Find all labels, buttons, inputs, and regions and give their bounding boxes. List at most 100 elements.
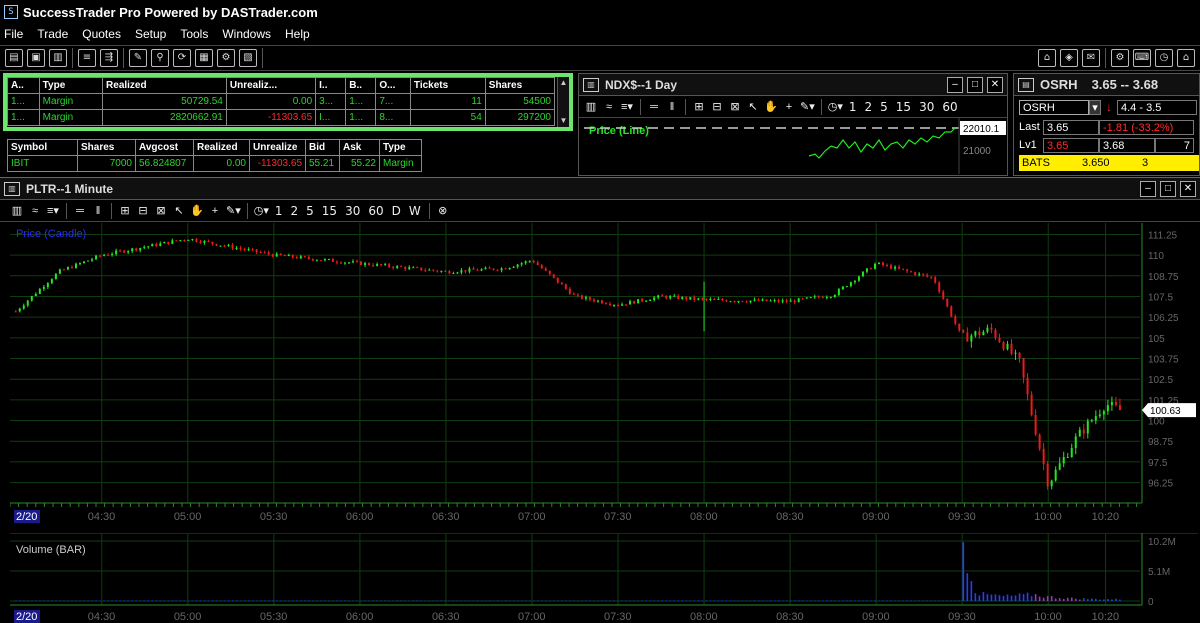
timer-icon[interactable]: ◷▾ [828,99,843,115]
col-i[interactable]: I.. [315,77,347,94]
pencil-icon[interactable]: ✎▾ [226,203,241,219]
col-account[interactable]: A.. [7,77,40,94]
zoom-in-icon[interactable]: ⊞ [692,99,706,115]
clock-icon[interactable]: ◷ [1155,49,1173,67]
timeframe-1[interactable]: 1 [275,204,283,218]
scroll-track[interactable] [558,89,569,115]
col-ask[interactable]: Ask [339,139,380,156]
indicator-icon[interactable]: ≈ [28,203,42,219]
chart-window-icon[interactable]: ▥ [49,49,67,67]
basket-icon[interactable]: ⌂ [1038,49,1056,67]
timeframe-2[interactable]: 2 [865,100,873,114]
col-tickets[interactable]: Tickets [409,77,486,94]
col-bid[interactable]: Bid [305,139,340,156]
crosshair-icon[interactable]: + [782,99,796,115]
menu-tools[interactable]: Tools [180,27,208,41]
col-realized[interactable]: Realized [193,139,250,156]
account-scrollbar[interactable]: ▲ ▼ [557,77,569,127]
montage-icon[interactable]: ▤ [5,49,23,67]
minimize-icon[interactable]: – [947,76,963,93]
col-b[interactable]: B.. [345,77,377,94]
timeframe-5[interactable]: 5 [880,100,888,114]
menu-windows[interactable]: Windows [222,27,271,41]
calculator-icon[interactable]: ▦ [195,49,213,67]
maximize-icon[interactable]: □ [1160,180,1176,197]
zoom-out-icon[interactable]: ⊟ [710,99,724,115]
timeframe-2[interactable]: 2 [291,204,299,218]
col-shares[interactable]: Shares [484,77,556,94]
timeframe-30[interactable]: 30 [345,204,360,218]
scroll-down-icon[interactable]: ▼ [558,115,569,127]
menu-file[interactable]: File [4,27,23,41]
col-unrealized[interactable]: Unrealiz... [225,77,317,94]
timeframe-60[interactable]: 60 [942,100,957,114]
timeframe-15[interactable]: 15 [896,100,911,114]
gear-icon[interactable]: ⚙ [1111,49,1129,67]
crosshair-icon[interactable]: + [208,203,222,219]
col-symbol[interactable]: Symbol [7,139,78,156]
ndx-chart-area[interactable]: Price (Line) 22010.1 21000 [579,118,1007,174]
price-pane[interactable]: 111.25 110 108.75 107.5 106.25 105 103.75 102.5… [10,223,1198,523]
close-icon[interactable]: ✕ [1180,180,1196,197]
minimize-icon[interactable]: – [1140,180,1156,197]
col-o[interactable]: O... [375,77,411,94]
pltr-window-titlebar[interactable]: ▥ PLTR--1 Minute – □ ✕ [0,178,1200,200]
hline-icon[interactable]: ═ [647,99,661,115]
study-dropdown-icon[interactable]: ≡▾ [46,203,60,219]
home-icon[interactable]: ⌂ [1177,49,1195,67]
layout-icon[interactable]: ▧ [239,49,257,67]
ndx-window-titlebar[interactable]: ▥ NDX$--1 Day – □ ✕ [579,74,1007,96]
menu-help[interactable]: Help [285,27,310,41]
symbol-dropdown-icon[interactable]: ▾ [1089,99,1101,115]
timeframe-week[interactable]: W [409,204,421,218]
refresh-icon[interactable]: ⟳ [173,49,191,67]
cancel-icon[interactable]: ⊗ [436,203,450,219]
col-type[interactable]: Type [379,139,422,156]
pencil-icon[interactable]: ✎▾ [800,99,815,115]
chart-type-icon[interactable]: ▥ [10,203,24,219]
osrh-window-titlebar[interactable]: ▤ OSRH 3.65 -- 3.68 [1014,74,1199,96]
indicator-icon[interactable]: ≈ [602,99,616,115]
col-type[interactable]: Type [38,77,104,94]
timeframe-5[interactable]: 5 [306,204,314,218]
pointer-icon[interactable]: ↖ [172,203,186,219]
col-shares[interactable]: Shares [77,139,136,156]
menu-setup[interactable]: Setup [135,27,166,41]
symbol-input[interactable]: OSRH [1019,99,1089,115]
edit-icon[interactable]: ✎ [129,49,147,67]
list-icon[interactable]: ≡ [78,49,96,67]
zoom-fit-icon[interactable]: ⊠ [154,203,168,219]
menu-trade[interactable]: Trade [37,27,68,41]
table-row[interactable]: 1... Margin 2820662.91 -11303.65 I... 1.… [7,109,556,126]
timeframe-day[interactable]: D [392,204,401,218]
scroll-up-icon[interactable]: ▲ [558,77,569,89]
link-icon[interactable]: ⚲ [151,49,169,67]
pointer-icon[interactable]: ↖ [746,99,760,115]
timeframe-30[interactable]: 30 [919,100,934,114]
table-row[interactable]: 1... Margin 50729.54 0.00 3... 1... 7...… [7,93,556,110]
col-realized[interactable]: Realized [102,77,227,94]
timeframe-1[interactable]: 1 [849,100,857,114]
table-row[interactable]: IBIT 7000 56.824807 0.00 -11303.65 55.21… [7,155,422,172]
menu-quotes[interactable]: Quotes [82,27,121,41]
hand-icon[interactable]: ✋ [190,203,204,219]
chart-type-icon[interactable]: ▥ [584,99,598,115]
close-icon[interactable]: ✕ [987,76,1003,93]
hand-icon[interactable]: ✋ [764,99,778,115]
keyboard-icon[interactable]: ⌨ [1133,49,1151,67]
col-unrealize[interactable]: Unrealize [249,139,306,156]
scanner-icon[interactable]: ⇶ [100,49,118,67]
mail-icon[interactable]: ✉ [1082,49,1100,67]
maximize-icon[interactable]: □ [967,76,983,93]
study-dropdown-icon[interactable]: ≡▾ [620,99,634,115]
osrh-level2-row[interactable]: BATS 3.650 3 [1014,154,1199,172]
zoom-in-icon[interactable]: ⊞ [118,203,132,219]
col-avgcost[interactable]: Avgcost [135,139,194,156]
timeframe-15[interactable]: 15 [322,204,337,218]
quote-window-icon[interactable]: ▣ [27,49,45,67]
timeframe-60[interactable]: 60 [368,204,383,218]
volume-pane[interactable]: 10.2M 5.1M 0 04:30 05:00 05:30 06:00 06:30 07:0… [10,533,1198,623]
zoom-out-icon[interactable]: ⊟ [136,203,150,219]
timer-icon[interactable]: ◷▾ [254,203,269,219]
vline-icon[interactable]: ‖ [91,203,105,219]
